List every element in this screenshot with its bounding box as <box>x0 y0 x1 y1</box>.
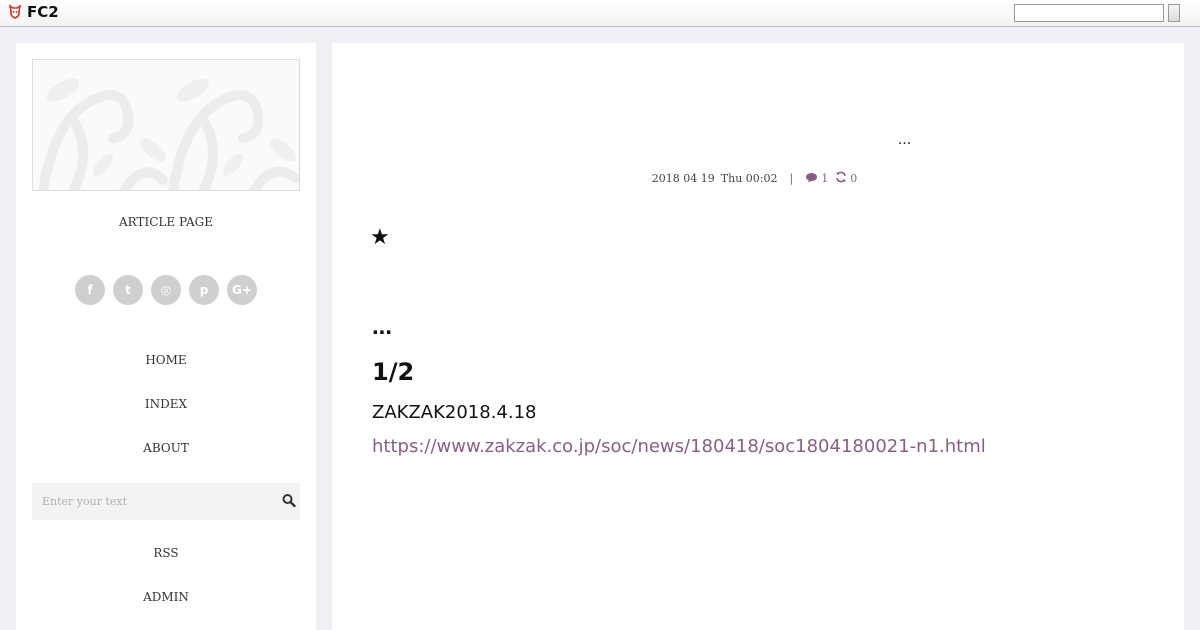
nav-admin-link[interactable]: ADMIN <box>16 590 316 604</box>
twitter-icon[interactable]: t <box>113 275 143 305</box>
trackback-count[interactable]: 0 <box>850 172 857 185</box>
site-title[interactable]: ARTICLE PAGE <box>16 215 316 229</box>
fc2-mascot-icon <box>7 4 23 20</box>
article-heading: ... <box>372 313 393 340</box>
fc2-search-input[interactable] <box>1014 4 1164 22</box>
post-time: Thu 00:02 <box>720 172 778 185</box>
sidebar: ARTICLE PAGE f t ◎ p G+ HOME INDEX ABOUT… <box>16 43 316 630</box>
fc2-header-bar: FC2 <box>0 0 1200 27</box>
article-title: ... <box>897 131 912 148</box>
article-meta: 2018 04 19 Thu 00:02 | 1 0 <box>332 171 1184 186</box>
trackback-icon[interactable] <box>835 171 847 186</box>
social-links: f t ◎ p G+ <box>16 275 316 305</box>
post-date: 2018 04 19 <box>651 172 715 185</box>
instagram-icon[interactable]: ◎ <box>151 275 181 305</box>
header-banner-image[interactable] <box>32 59 300 191</box>
meta-separator: | <box>789 172 794 185</box>
pinterest-icon[interactable]: p <box>189 275 219 305</box>
sidebar-search <box>32 483 300 520</box>
fc2-search-button[interactable] <box>1168 4 1180 22</box>
search-icon[interactable] <box>282 493 296 509</box>
article-main: ... 2018 04 19 Thu 00:02 | 1 0 ★ ... 1/2… <box>332 43 1184 630</box>
source-text: ZAKZAK2018.4.18 <box>372 402 537 423</box>
nav-about-link[interactable]: ABOUT <box>16 441 316 455</box>
sidebar-search-input[interactable] <box>32 483 272 520</box>
nav-home-link[interactable]: HOME <box>16 353 316 367</box>
fc2-logo[interactable]: FC2 <box>7 4 59 20</box>
comment-count[interactable]: 1 <box>821 172 828 185</box>
google-plus-icon[interactable]: G+ <box>227 275 257 305</box>
comment-icon[interactable] <box>805 172 818 186</box>
fc2-logo-text: FC2 <box>27 3 59 21</box>
nav-index-link[interactable]: INDEX <box>16 397 316 411</box>
star-mark: ★ <box>370 225 390 250</box>
nav-rss-link[interactable]: RSS <box>16 546 316 560</box>
facebook-icon[interactable]: f <box>75 275 105 305</box>
article-subheading: 1/2 <box>372 358 415 386</box>
source-link[interactable]: https://www.zakzak.co.jp/soc/news/180418… <box>372 436 986 457</box>
